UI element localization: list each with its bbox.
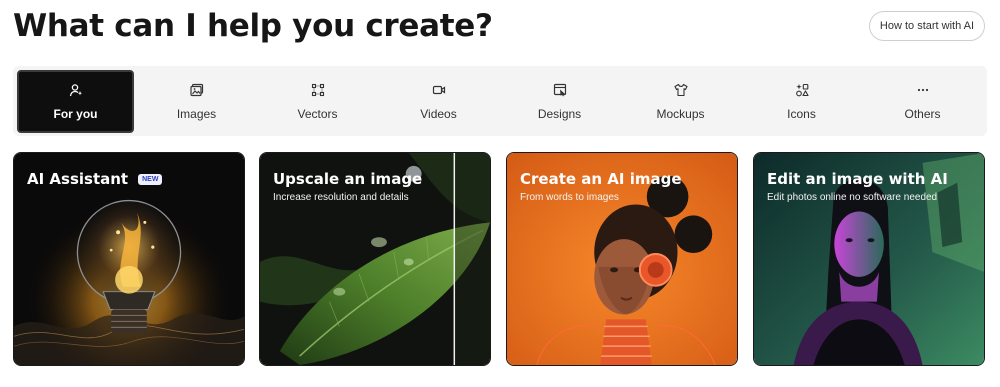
tab-label: Images	[176, 106, 217, 121]
card-title-text: AI Assistant	[27, 170, 129, 188]
tab-mockups[interactable]: Mockups	[622, 70, 739, 133]
tab-designs[interactable]: Designs	[501, 70, 618, 133]
card-subtitle: From words to images	[520, 192, 619, 203]
vector-icon	[311, 83, 324, 96]
tab-label: Vectors	[297, 106, 338, 121]
card-create-ai-image[interactable]: Create an AI image From words to images	[506, 152, 738, 366]
image-icon	[189, 83, 203, 96]
tab-label: Designs	[537, 106, 582, 121]
how-to-start-button[interactable]: How to start with AI	[869, 11, 985, 41]
card-title: Edit an image with AI	[767, 170, 948, 188]
card-edit-image-ai[interactable]: Edit an image with AI Edit photos online…	[753, 152, 985, 366]
tab-label: Icons	[787, 106, 816, 121]
tab-for-you[interactable]: For you	[17, 70, 134, 133]
tshirt-icon	[673, 83, 688, 96]
tab-images[interactable]: Images	[138, 70, 255, 133]
card-title: Create an AI image	[520, 170, 682, 188]
category-tabs: For you Images Vectors Videos Designs Mo…	[13, 66, 987, 136]
more-icon	[917, 88, 928, 91]
card-title: AI Assistant NEW	[27, 170, 163, 188]
card-subtitle: Edit photos online no software needed	[767, 192, 938, 203]
new-badge: NEW	[138, 173, 163, 185]
tab-others[interactable]: Others	[864, 70, 981, 133]
tab-label: Mockups	[656, 106, 705, 121]
tab-label: Videos	[420, 106, 457, 121]
tab-icons[interactable]: Icons	[743, 70, 860, 133]
tab-label: For you	[53, 106, 98, 121]
card-upscale-image[interactable]: Upscale an image Increase resolution and…	[259, 152, 491, 366]
card-subtitle: Increase resolution and details	[273, 192, 409, 203]
tab-label: Others	[904, 106, 941, 121]
design-icon	[553, 83, 566, 96]
person-sparkle-icon	[69, 83, 82, 96]
icons-icon	[795, 83, 809, 96]
tab-videos[interactable]: Videos	[380, 70, 497, 133]
card-title: Upscale an image	[273, 170, 423, 188]
page-title: What can I help you create?	[13, 8, 493, 44]
tab-vectors[interactable]: Vectors	[259, 70, 376, 133]
card-ai-assistant[interactable]: AI Assistant NEW	[13, 152, 245, 366]
video-icon	[432, 85, 445, 94]
